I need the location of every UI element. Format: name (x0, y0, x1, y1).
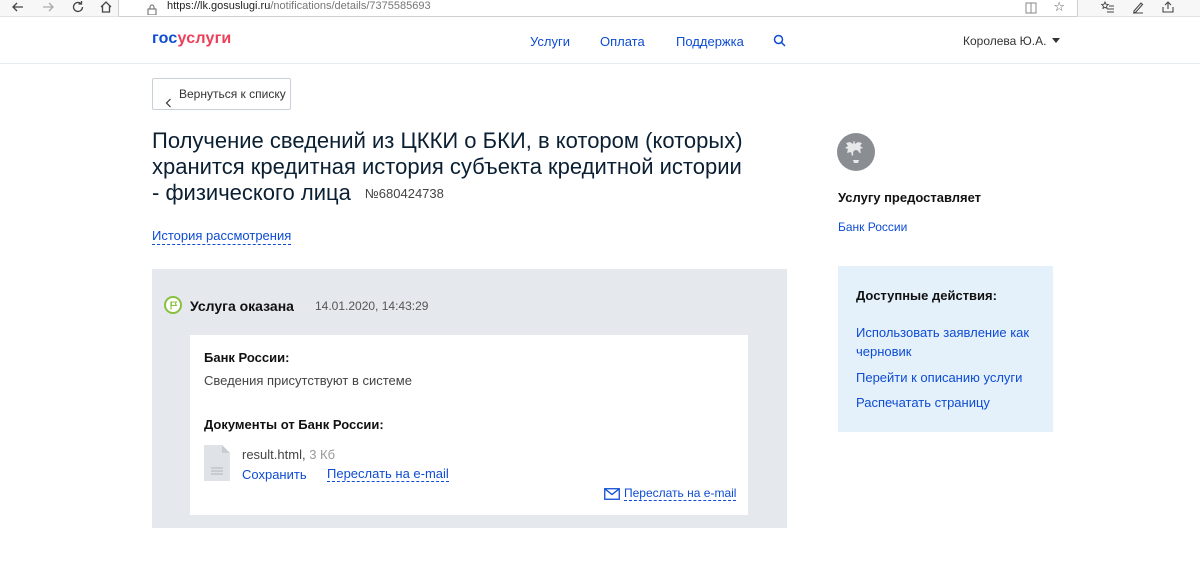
use-as-draft-link[interactable]: Использовать заявление как черновик (856, 323, 1041, 361)
flag-status-icon (164, 296, 182, 314)
forward-email-link-2[interactable]: Переслать на e-mail (624, 486, 737, 501)
nav-payment[interactable]: Оплата (600, 34, 645, 49)
forward-email-link[interactable]: Переслать на e-mail (327, 467, 449, 482)
actions-panel: Доступные действия: Использовать заявлен… (838, 266, 1053, 432)
file-icon (204, 445, 230, 486)
nav-support[interactable]: Поддержка (676, 34, 744, 49)
file-name: result.html, 3 Кб (242, 447, 336, 462)
back-arrow-icon[interactable] (6, 0, 30, 17)
address-bar[interactable]: https://lk.gosuslugi.ru/notifications/de… (118, 0, 1078, 17)
provider-heading: Услугу предоставляет (838, 190, 982, 205)
actions-title: Доступные действия: (856, 288, 997, 303)
save-file-link[interactable]: Сохранить (242, 467, 307, 482)
home-icon[interactable] (94, 0, 118, 17)
envelope-icon (604, 487, 620, 505)
file-size: 3 Кб (309, 447, 336, 462)
url-text: https://lk.gosuslugi.ru/notifications/de… (167, 0, 431, 12)
application-number: №680424738 (364, 186, 444, 201)
bank-emblem-icon (837, 133, 875, 171)
share-icon[interactable] (1155, 0, 1181, 17)
back-to-list-label: Вернуться к списку (179, 87, 286, 101)
chevron-down-icon (1052, 38, 1061, 43)
status-panel: Услуга оказана 14.01.2020, 14:43:29 Банк… (152, 269, 787, 528)
provider-link[interactable]: Банк России (838, 220, 907, 234)
search-icon[interactable] (773, 34, 786, 52)
chevron-left-icon (165, 89, 172, 119)
pen-icon[interactable] (1125, 0, 1151, 17)
status-title: Услуга оказана (190, 298, 294, 314)
forward-arrow-icon[interactable] (36, 0, 60, 17)
documents-label: Документы от Банк России: (204, 417, 384, 432)
favorites-list-icon[interactable] (1095, 0, 1121, 17)
nav-services[interactable]: Услуги (530, 34, 570, 49)
site-header: госуслуги Услуги Оплата Поддержка Короле… (0, 17, 1200, 64)
status-date: 14.01.2020, 14:43:29 (315, 299, 429, 313)
service-description-link[interactable]: Перейти к описанию услуги (856, 368, 1041, 387)
refresh-icon[interactable] (66, 0, 90, 17)
user-menu[interactable]: Королева Ю.А. (963, 34, 1061, 48)
print-page-link[interactable]: Распечатать страницу (856, 393, 1041, 412)
page-title: Получение сведений из ЦККИ о БКИ, в кото… (152, 128, 752, 207)
user-name: Королева Ю.А. (963, 34, 1047, 48)
result-card: Банк России: Сведения присутствуют в сис… (190, 335, 748, 515)
history-link[interactable]: История рассмотрения (152, 228, 292, 245)
org-message: Сведения присутствуют в системе (204, 373, 412, 388)
gosuslugi-logo[interactable]: госуслуги (152, 30, 231, 48)
page-title-text: Получение сведений из ЦККИ о БКИ, в кото… (152, 128, 743, 205)
org-label: Банк России: (204, 350, 290, 365)
back-to-list-button[interactable]: Вернуться к списку (152, 78, 291, 110)
favorite-star-icon[interactable]: ☆ (1053, 0, 1065, 15)
browser-toolbar: https://lk.gosuslugi.ru/notifications/de… (0, 0, 1200, 17)
